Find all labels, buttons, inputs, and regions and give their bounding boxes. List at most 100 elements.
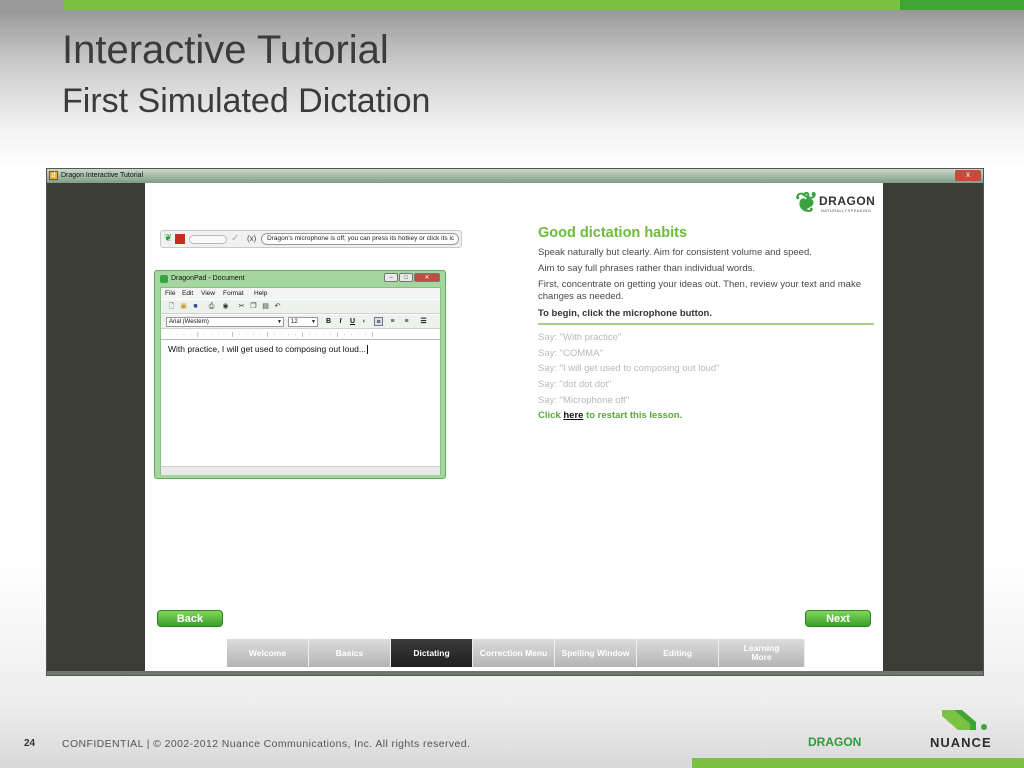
dragon-logo: ❦ DRAGON NATURALLYSPEAKING	[795, 188, 881, 218]
tab-label: Basics	[335, 647, 364, 658]
open-folder-icon[interactable]: ▣	[179, 302, 188, 311]
bottom-accent-green	[692, 758, 1024, 768]
print-icon[interactable]: ⎙	[207, 302, 216, 311]
tab-label: Correction Menu	[479, 647, 548, 658]
menu-format[interactable]: Format	[223, 288, 244, 299]
footer-confidential: CONFIDENTIAL | © 2002-2012 Nuance Commun…	[62, 738, 471, 750]
instruction-line: Aim to say full phrases rather than indi…	[538, 263, 756, 274]
company-name: NUANCE	[930, 735, 992, 750]
menu-file[interactable]: File	[165, 288, 175, 299]
tab-spelling-window[interactable]: Spelling Window	[555, 639, 637, 667]
tab-correction-menu[interactable]: Correction Menu	[473, 639, 555, 667]
text-caret	[366, 345, 368, 355]
tab-label: Editing	[663, 647, 692, 658]
dragon-app-icon: d	[49, 171, 58, 180]
align-right-icon[interactable]: ≡	[402, 317, 411, 326]
dragon-flame-icon[interactable]: ❦	[164, 233, 173, 245]
menu-edit[interactable]: Edit	[182, 288, 193, 299]
tutorial-panel: ❦ ✓ (x) Dragon's microphone is off; you …	[145, 183, 883, 671]
dragonpad-window: DragonPad - Document – □ ✕ File Edit Vie…	[154, 270, 446, 479]
tab-editing[interactable]: Editing	[637, 639, 719, 667]
mic-status-x: (x)	[247, 234, 257, 243]
color-icon[interactable]: ◐	[360, 317, 369, 326]
paste-icon[interactable]: ▤	[261, 302, 270, 311]
bullets-icon[interactable]: ☰	[419, 317, 428, 326]
say-step: Say: "Microphone off"	[538, 395, 630, 406]
align-center-icon[interactable]: ≡	[388, 317, 397, 326]
volume-meter	[189, 235, 227, 244]
microphone-icon[interactable]	[175, 234, 185, 244]
copy-icon[interactable]: ❐	[249, 302, 258, 311]
document-editor[interactable]: With practice, I will get used to compos…	[168, 344, 368, 355]
formatting-bar: Arial (Western) ▼ 12 ▼ B I U ◐ ≡ ≡ ≡ ☰	[161, 315, 440, 329]
dragonpad-close-button[interactable]: ✕	[414, 273, 440, 282]
new-file-icon[interactable]: 🗋	[167, 302, 176, 311]
say-step: Say: "dot dot dot"	[538, 379, 612, 390]
window-close-button[interactable]: x	[955, 170, 981, 181]
dragonpad-title: DragonPad - Document	[171, 275, 245, 282]
find-icon[interactable]: ◉	[221, 302, 230, 311]
dragon-flame-logo-icon: ❦	[795, 187, 819, 218]
tab-label: Dictating	[413, 647, 450, 658]
restart-suffix: to restart this lesson.	[583, 410, 683, 421]
back-button[interactable]: Back	[157, 610, 223, 627]
horizontal-scrollbar[interactable]	[161, 466, 440, 475]
slide-subtitle: First Simulated Dictation	[62, 82, 431, 120]
dragonpad-client: File Edit View Format Help 🗋 ▣ ■ ⎙ ◉ ✂ ❐…	[160, 287, 441, 475]
chevron-down-icon: ▼	[311, 319, 316, 325]
taskbar-strip	[47, 671, 983, 675]
toolbar: 🗋 ▣ ■ ⎙ ◉ ✂ ❐ ▤ ↶	[161, 300, 440, 314]
undo-icon[interactable]: ↶	[273, 302, 282, 311]
dragonpad-icon	[160, 275, 168, 283]
italic-button[interactable]: I	[336, 317, 345, 326]
cut-icon[interactable]: ✂	[237, 302, 246, 311]
save-icon[interactable]: ■	[191, 302, 200, 311]
window-title: Dragon Interactive Tutorial	[61, 172, 144, 179]
instructions-title: Good dictation habits	[538, 225, 688, 241]
document-text: With practice, I will get used to compos…	[168, 344, 366, 354]
instruction-prompt: To begin, click the microphone button.	[538, 308, 712, 319]
next-button[interactable]: Next	[805, 610, 871, 627]
tutorial-window: d Dragon Interactive Tutorial x ❦ ✓ (x) …	[46, 168, 984, 676]
font-size-select[interactable]: 12 ▼	[288, 317, 318, 327]
font-size-value: 12	[291, 319, 298, 325]
say-step: Say: "COMMA"	[538, 348, 603, 359]
instruction-line: First, concentrate on getting your ideas…	[538, 279, 861, 302]
dragon-bar: ❦ ✓ (x) Dragon's microphone is off; you …	[160, 230, 462, 248]
dragon-logo-subtext: NATURALLYSPEAKING	[821, 208, 872, 213]
font-select[interactable]: Arial (Western) ▼	[166, 317, 284, 327]
tab-dictating[interactable]: Dictating	[391, 639, 473, 667]
say-step: Say: "I will get used to composing out l…	[538, 363, 720, 374]
window-titlebar: d Dragon Interactive Tutorial x	[47, 169, 983, 183]
nuance-logo-icon	[942, 710, 987, 730]
minimize-button[interactable]: –	[384, 273, 398, 282]
restart-lesson-text: Click here to restart this lesson.	[538, 410, 682, 422]
tab-welcome[interactable]: Welcome	[227, 639, 309, 667]
align-left-icon[interactable]: ≡	[374, 317, 383, 326]
instructions-divider	[538, 323, 874, 325]
tab-learning-more[interactable]: Learning More	[719, 639, 805, 667]
restart-link[interactable]: here	[563, 410, 583, 421]
page-number: 24	[24, 738, 36, 749]
menu-help[interactable]: Help	[254, 288, 267, 299]
top-accent-gray	[0, 0, 64, 10]
dragon-logo-text: DRAGON	[819, 194, 876, 208]
instruction-line: Speak naturally but clearly. Aim for con…	[538, 247, 812, 258]
top-accent-green	[64, 0, 900, 10]
menubar: File Edit View Format Help	[161, 288, 440, 299]
footer-brand: DRAGON	[808, 735, 862, 749]
bold-button[interactable]: B	[324, 317, 333, 326]
tab-basics[interactable]: Basics	[309, 639, 391, 667]
say-step: Say: "With practice"	[538, 332, 622, 343]
chevron-down-icon: ▼	[277, 319, 282, 325]
menu-view[interactable]: View	[201, 288, 215, 299]
top-accent-dark-green	[900, 0, 1024, 10]
tab-label: Learning More	[743, 643, 780, 662]
maximize-button[interactable]: □	[399, 273, 413, 282]
tab-label: Spelling Window	[561, 647, 630, 658]
underline-button[interactable]: U	[348, 317, 357, 326]
restart-prefix: Click	[538, 410, 564, 421]
slide-title: Interactive Tutorial	[62, 28, 389, 72]
ruler: · · · · | · · · · | · · · · | · · · · | …	[161, 330, 440, 340]
check-icon: ✓	[231, 233, 240, 244]
